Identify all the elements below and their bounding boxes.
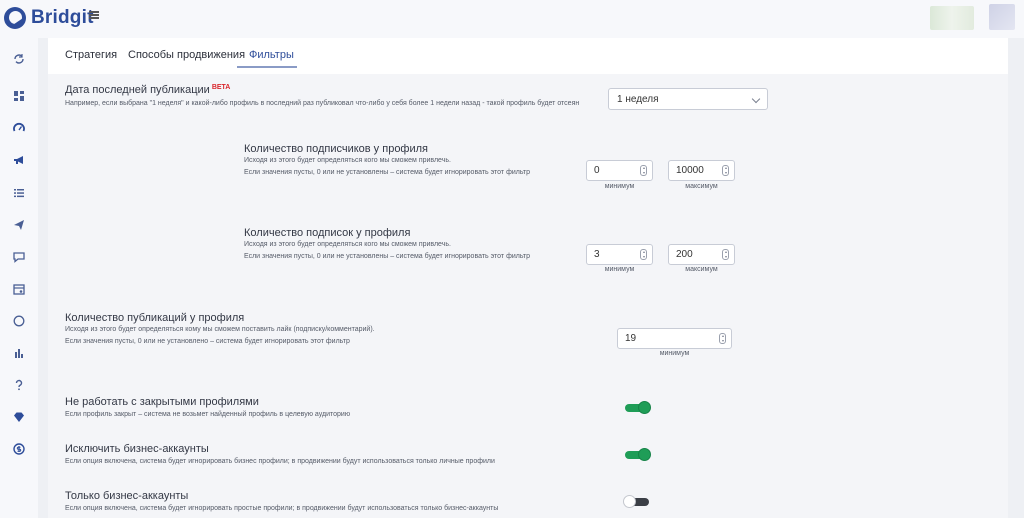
skip-private-description: Если профиль закрыт – система не возьмет… bbox=[65, 411, 351, 418]
megaphone-icon[interactable] bbox=[12, 153, 26, 167]
sync-icon[interactable] bbox=[12, 52, 26, 66]
followers-description-1: Исходя из этого будет определяться кого … bbox=[244, 157, 451, 164]
spinner-icon[interactable] bbox=[640, 165, 647, 176]
posts-min-input[interactable]: 19 bbox=[617, 328, 732, 349]
tab-bar: Стратегия Способы продвижения Фильтры bbox=[48, 38, 1008, 74]
app-logo[interactable]: Bridgit bbox=[4, 7, 94, 29]
send-icon[interactable] bbox=[12, 218, 26, 232]
spinner-icon[interactable] bbox=[722, 249, 729, 260]
tab-promotion-methods[interactable]: Способы продвижения bbox=[128, 49, 245, 61]
exclude-business-toggle[interactable] bbox=[625, 448, 651, 461]
followers-max-label: максимум bbox=[685, 183, 718, 190]
tab-filters[interactable]: Фильтры bbox=[249, 49, 294, 61]
posts-min-label: минимум bbox=[659, 350, 690, 357]
following-min-label: минимум bbox=[604, 266, 635, 273]
user-info-blurred[interactable] bbox=[930, 6, 974, 30]
diamond-icon[interactable] bbox=[12, 410, 26, 424]
following-min-input[interactable]: 3 bbox=[586, 244, 653, 265]
filters-panel: Стратегия Способы продвижения Фильтры Да… bbox=[48, 38, 1008, 518]
app-name: Bridgit bbox=[31, 7, 94, 28]
sidebar bbox=[0, 38, 38, 518]
toggle-knob bbox=[638, 401, 651, 414]
circle-icon[interactable] bbox=[12, 314, 26, 328]
coin-icon[interactable] bbox=[12, 442, 26, 456]
last-post-select[interactable]: 1 неделя bbox=[608, 88, 768, 110]
toggle-knob bbox=[638, 448, 651, 461]
followers-title: Количество подписчиков у профиля bbox=[244, 143, 429, 155]
following-max-label: максимум bbox=[685, 266, 718, 273]
posts-description-2: Если значения пусты, 0 или не установлен… bbox=[65, 338, 350, 345]
speedometer-icon[interactable] bbox=[12, 121, 26, 135]
following-description-1: Исходя из этого будет определяться кого … bbox=[244, 241, 451, 248]
bar-chart-icon[interactable] bbox=[12, 346, 26, 360]
list-icon[interactable] bbox=[12, 186, 26, 200]
following-max-input[interactable]: 200 bbox=[668, 244, 735, 265]
followers-description-2: Если значения пусты, 0 или не установлен… bbox=[244, 169, 531, 176]
toggle-knob bbox=[623, 495, 636, 508]
avatar[interactable] bbox=[989, 4, 1015, 30]
following-title: Количество подписок у профиля bbox=[244, 227, 411, 239]
active-tab-indicator bbox=[237, 66, 297, 68]
chevron-down-icon bbox=[751, 94, 761, 104]
chat-icon[interactable] bbox=[12, 250, 26, 264]
followers-min-input[interactable]: 0 bbox=[586, 160, 653, 181]
only-business-description: Если опция включена, система будет игнор… bbox=[65, 505, 499, 512]
spinner-icon[interactable] bbox=[640, 249, 647, 260]
help-icon[interactable] bbox=[12, 378, 26, 392]
posts-title: Количество публикаций у профиля bbox=[65, 312, 245, 324]
spinner-icon[interactable] bbox=[719, 333, 726, 344]
following-description-2: Если значения пусты, 0 или не установлен… bbox=[244, 253, 531, 260]
bridgit-logo-icon bbox=[4, 7, 26, 29]
tab-strategy[interactable]: Стратегия bbox=[65, 49, 117, 61]
skip-private-toggle[interactable] bbox=[625, 401, 651, 414]
posts-description-1: Исходя из этого будет определяться кому … bbox=[65, 326, 375, 333]
last-post-description: Например, если выбрана "1 неделя" и како… bbox=[65, 100, 580, 107]
spinner-icon[interactable] bbox=[722, 165, 729, 176]
followers-min-label: минимум bbox=[604, 183, 635, 190]
only-business-toggle[interactable] bbox=[623, 495, 649, 508]
top-bar: Bridgit bbox=[0, 0, 1024, 38]
beta-badge: BETA bbox=[211, 84, 231, 91]
skip-private-title: Не работать с закрытыми профилями bbox=[65, 396, 259, 408]
last-post-title: Дата последней публикации BETA bbox=[65, 84, 231, 96]
hamburger-menu-icon[interactable] bbox=[89, 11, 99, 19]
only-business-title: Только бизнес-аккаунты bbox=[65, 490, 189, 502]
calendar-icon[interactable] bbox=[12, 282, 26, 296]
followers-max-input[interactable]: 10000 bbox=[668, 160, 735, 181]
dashboard-icon[interactable] bbox=[12, 89, 26, 103]
exclude-business-description: Если опция включена, система будет игнор… bbox=[65, 458, 495, 465]
exclude-business-title: Исключить бизнес-аккаунты bbox=[65, 443, 209, 455]
